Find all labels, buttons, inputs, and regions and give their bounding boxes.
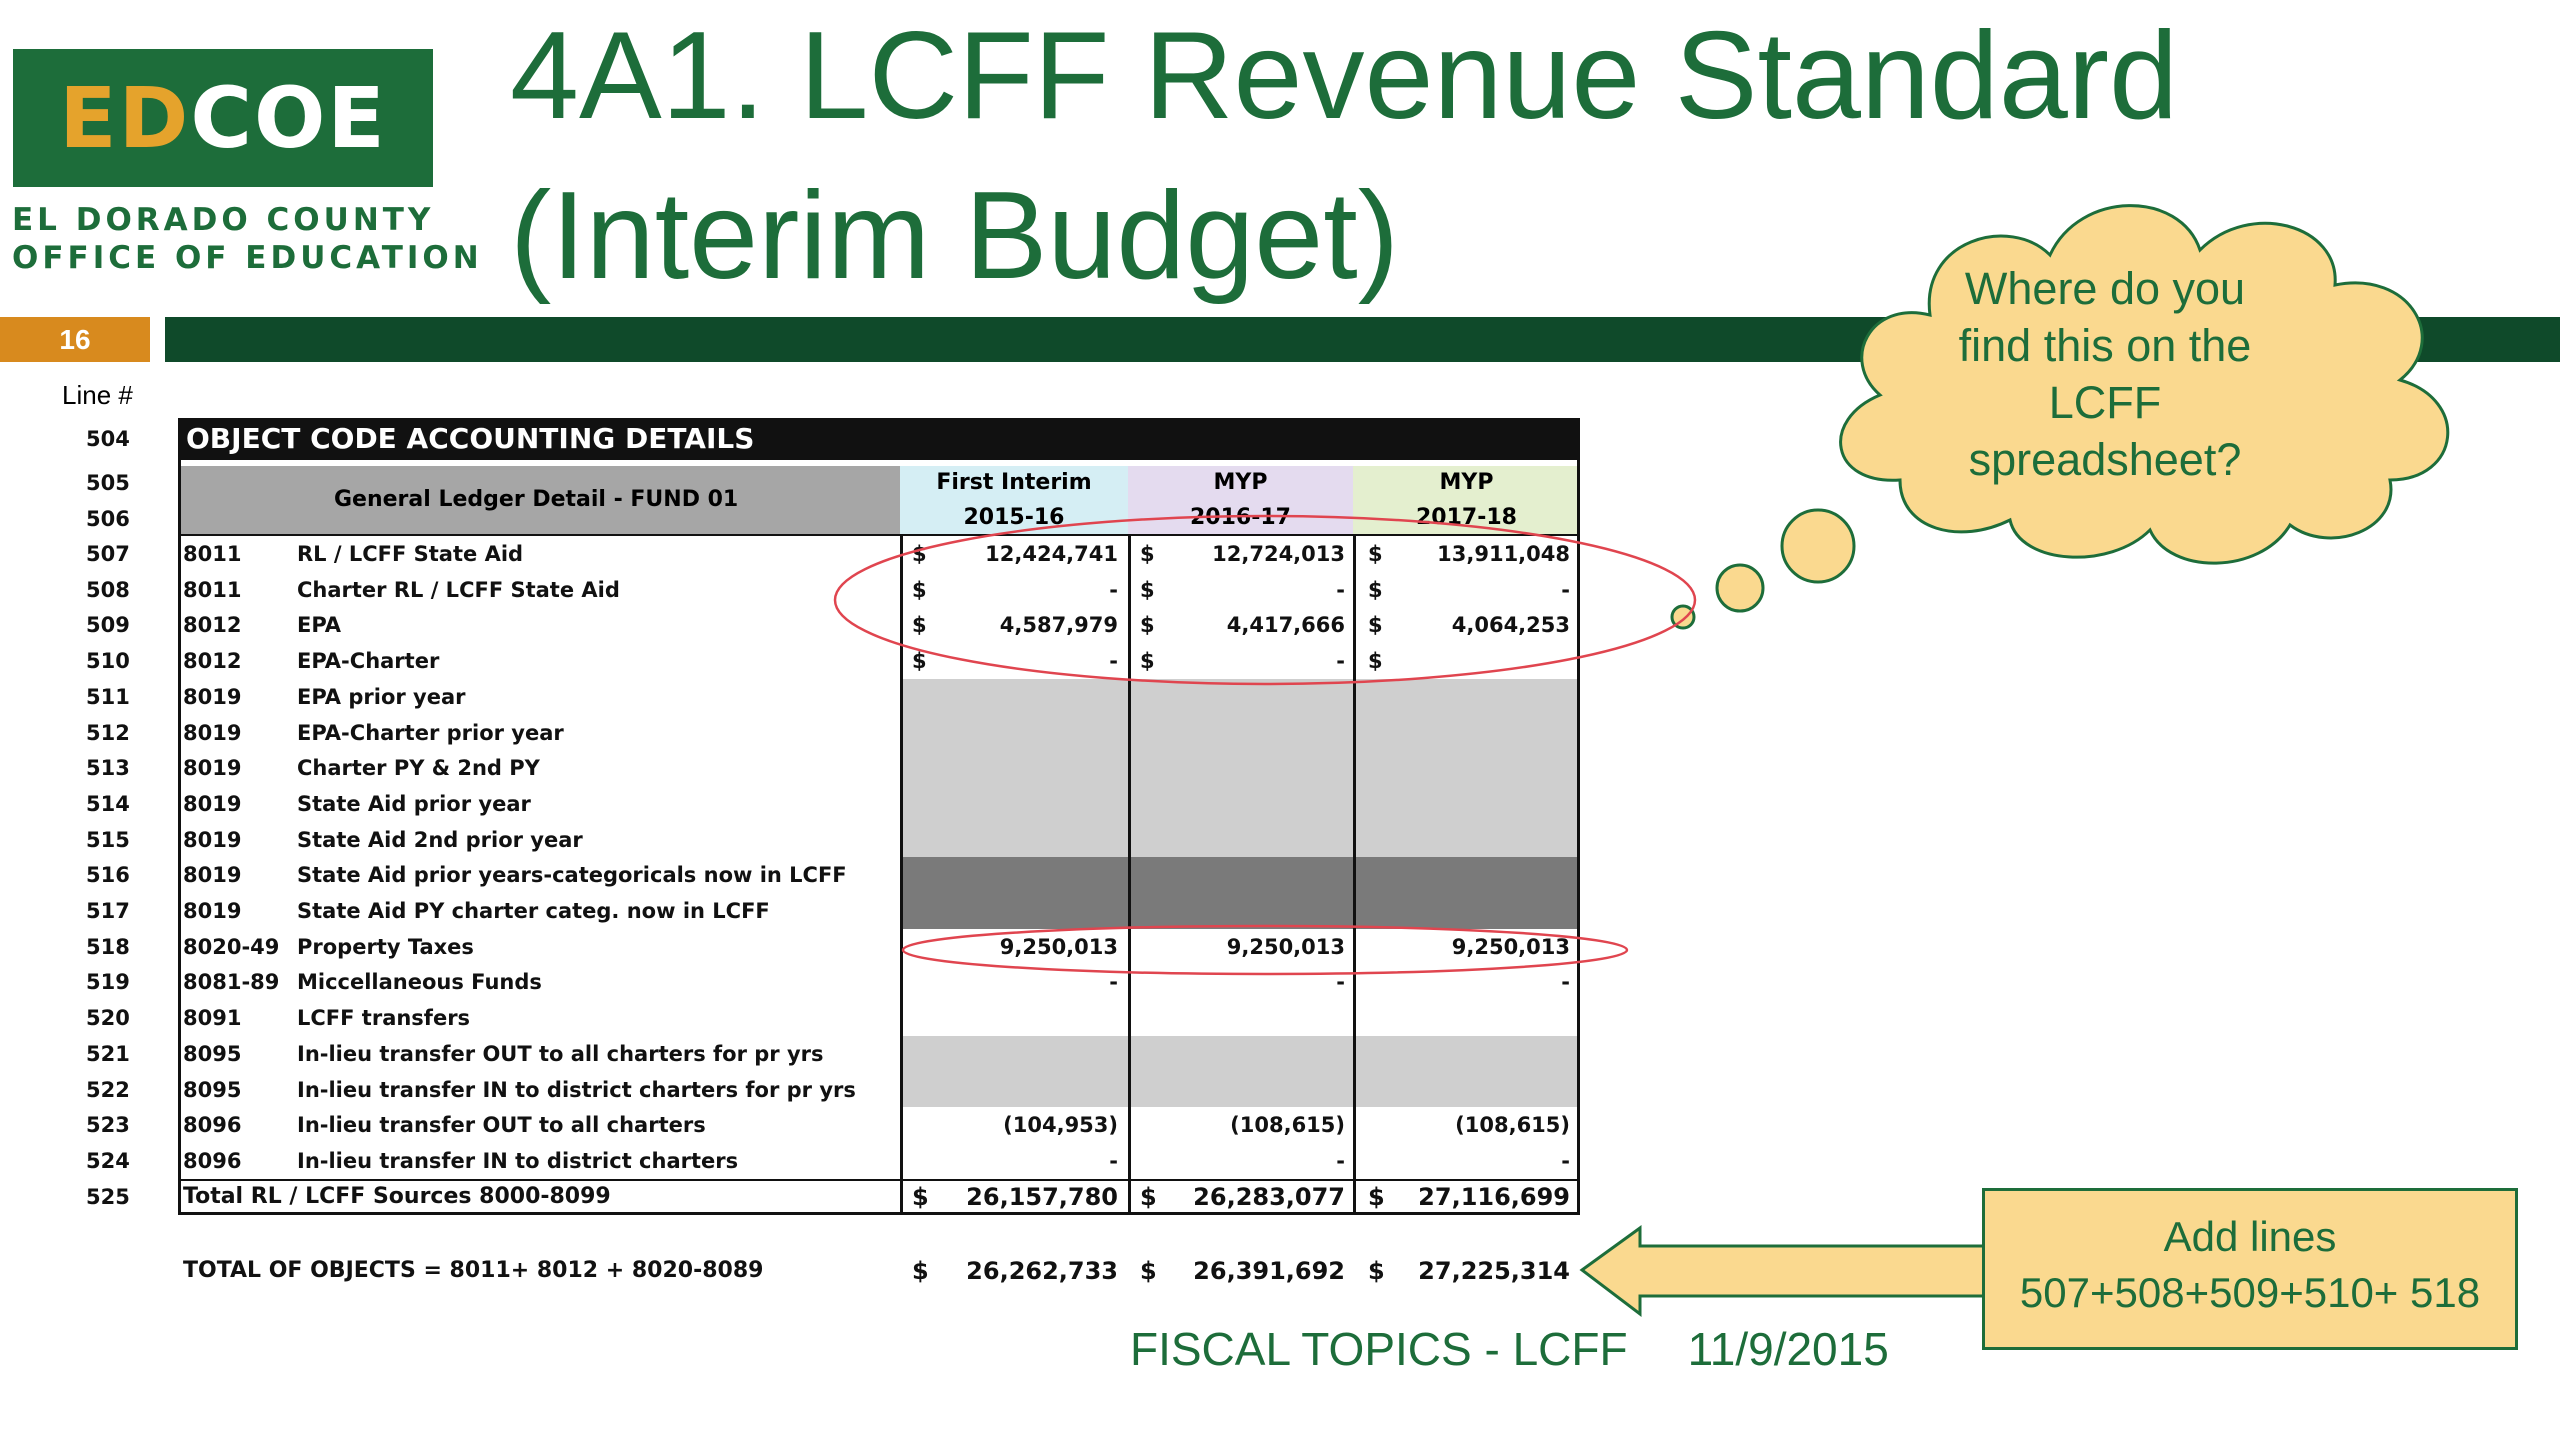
cloud-text-line-3: LCFF xyxy=(2048,377,2162,428)
add-lines-text-1: Add lines xyxy=(2163,1213,2337,1260)
footer: FISCAL TOPICS - LCFF 11/9/2015 xyxy=(1130,1322,1889,1376)
arrow-callout xyxy=(1579,1225,1986,1318)
cloud-text-line-2: find this on the xyxy=(1958,320,2252,371)
cloud-text-line-4: spreadsheet? xyxy=(1968,434,2242,485)
highlight-oval-lines-507-510 xyxy=(833,514,1697,686)
add-lines-callout: Add lines 507+508+509+510+ 518 xyxy=(1982,1188,2518,1350)
thought-bubble-medium xyxy=(1715,563,1765,613)
highlight-oval-line-518 xyxy=(901,924,1629,976)
cloud-text-line-1: Where do you xyxy=(1964,263,2246,314)
thought-bubble-large xyxy=(1780,508,1856,584)
add-lines-text-2: 507+508+509+510+ 518 xyxy=(2019,1269,2481,1316)
footer-text: FISCAL TOPICS - LCFF xyxy=(1130,1323,1628,1375)
footer-date: 11/9/2015 xyxy=(1687,1323,1889,1375)
